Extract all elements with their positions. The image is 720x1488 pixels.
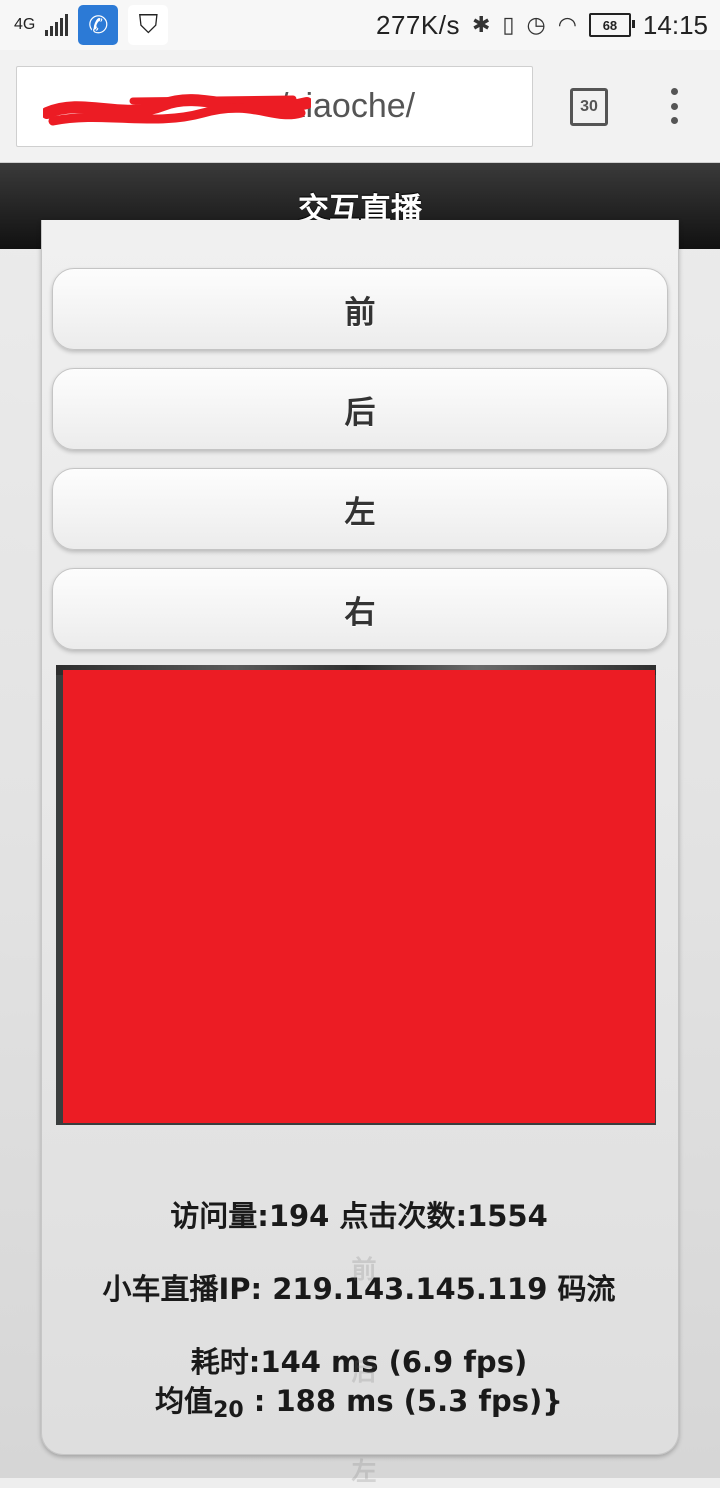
overflow-menu-icon[interactable]: [664, 88, 684, 124]
average-window: 20: [213, 1398, 244, 1423]
phone-app-icon: ✆: [78, 5, 119, 45]
tab-count: 30: [580, 98, 598, 115]
stream-ip: 219.143.145.119: [272, 1272, 548, 1306]
back-button[interactable]: 后: [52, 368, 668, 450]
url-bar[interactable]: /xiaoche/: [16, 66, 533, 147]
visit-stats: 访问量:194 点击次数:1554: [170, 1199, 548, 1233]
average-value: : 188 ms (5.3 fps)}: [243, 1384, 563, 1418]
battery-icon: 68: [588, 13, 635, 37]
vibrate-icon: ▯: [502, 12, 515, 37]
ghost-label: 左: [351, 1457, 377, 1486]
clock: 14:15: [642, 9, 708, 40]
right-button[interactable]: 右: [52, 568, 668, 650]
signal-icon: [45, 14, 69, 36]
ghost-label: 前: [351, 1255, 377, 1284]
status-bar: 4G ✆ ⛉ 277K/s ✱ ▯ ◷ ◠ 68 14:15: [0, 0, 720, 50]
ghost-label: 后: [351, 1357, 377, 1386]
alarm-icon: ◷: [526, 12, 546, 37]
left-button[interactable]: 左: [52, 468, 668, 550]
click-count: 1554: [467, 1199, 548, 1233]
bluetooth-icon: ✱: [471, 12, 491, 37]
net-speed: 277K/s: [376, 9, 460, 40]
url-redaction-scribble: [43, 94, 311, 126]
tab-switcher-button[interactable]: 30: [570, 88, 608, 126]
network-type: 4G: [14, 16, 36, 33]
browser-toolbar: /xiaoche/ 30: [0, 50, 720, 163]
video-redaction: [63, 670, 655, 1123]
elapsed-value: 144 ms (6.9 fps): [260, 1345, 528, 1379]
shield-app-icon: ⛉: [128, 5, 169, 45]
visit-count: 194: [268, 1199, 330, 1233]
wifi-icon: ◠: [557, 12, 577, 37]
forward-button[interactable]: 前: [52, 268, 668, 350]
battery-level: 68: [602, 17, 618, 33]
